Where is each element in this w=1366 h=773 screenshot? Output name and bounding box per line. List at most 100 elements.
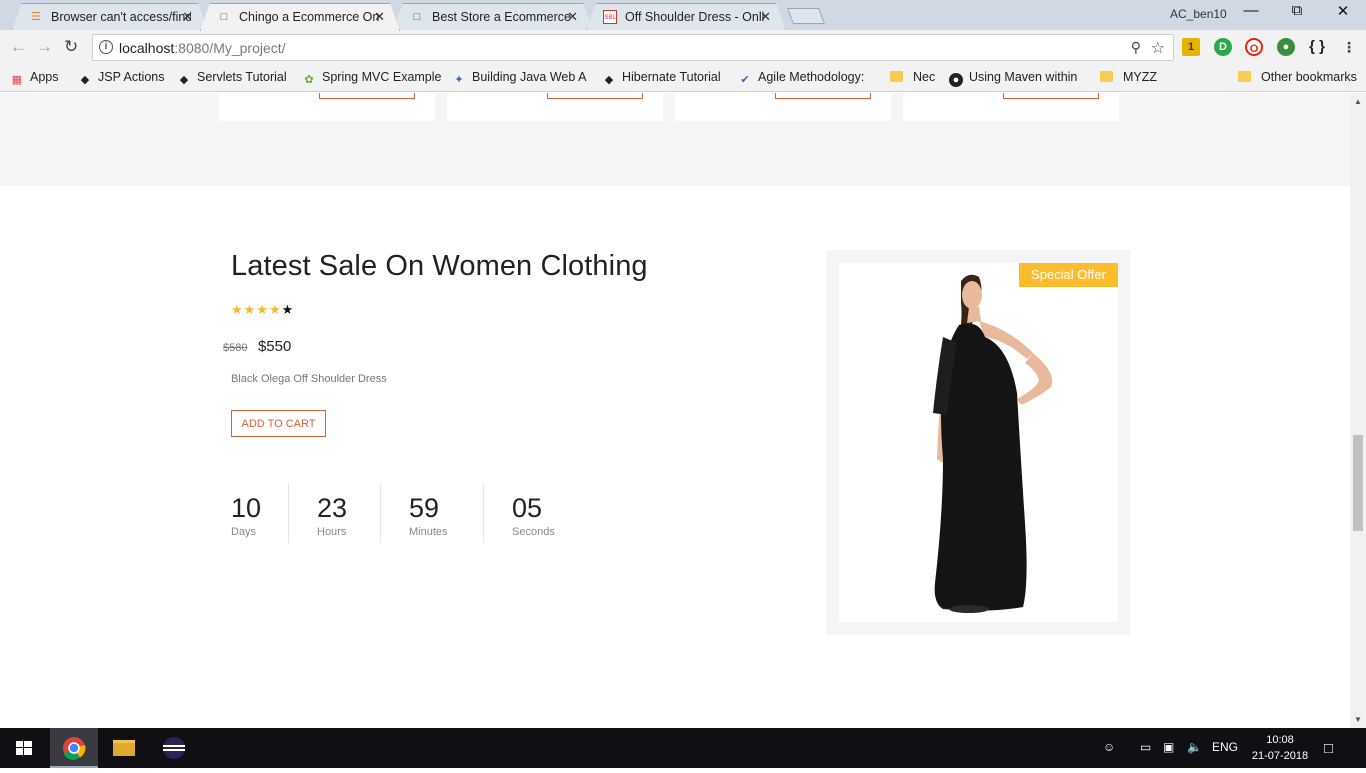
- diamond-icon: ◆: [604, 74, 614, 86]
- restore-icon[interactable]: ⧉: [1274, 2, 1320, 19]
- clock-date: 21-07-2018: [1251, 750, 1309, 762]
- bookmark-jsp-actions[interactable]: ◆ JSP Actions: [78, 70, 165, 87]
- bookmark-spring-mvc[interactable]: ✿ Spring MVC Example: [302, 70, 441, 87]
- extension-badge-icon[interactable]: 1: [1182, 38, 1200, 56]
- countdown-label: Days: [231, 526, 257, 538]
- star-filled-icon: ★: [268, 302, 282, 317]
- price-block: $580 $550: [223, 338, 291, 356]
- special-offer-section: Latest Sale On Women Clothing ★★★★★ $580…: [223, 250, 648, 437]
- bookmark-maven[interactable]: ● Using Maven within: [949, 70, 1077, 87]
- opera-icon[interactable]: O: [1245, 38, 1263, 56]
- star-empty-icon: ★: [281, 302, 295, 317]
- zoom-icon[interactable]: ⚲: [1131, 39, 1141, 56]
- scroll-up-icon[interactable]: ▲: [1354, 97, 1362, 106]
- card-button[interactable]: [319, 93, 415, 99]
- windows-taskbar: ☺ ▭ ▣ 🔈 ENG 10:08 21-07-2018 □: [0, 728, 1366, 768]
- language-indicator[interactable]: ENG: [1212, 740, 1238, 754]
- countdown-label: Hours: [317, 526, 347, 538]
- close-icon[interactable]: ✕: [182, 9, 193, 25]
- network-icon[interactable]: ▣: [1163, 740, 1174, 754]
- close-icon[interactable]: ✕: [374, 9, 385, 25]
- globe-icon[interactable]: ●: [1277, 38, 1295, 56]
- card-button[interactable]: [1003, 93, 1099, 99]
- countdown-days: 10 Days: [231, 483, 261, 543]
- product-image-frame: Special Offer: [826, 250, 1130, 635]
- people-icon[interactable]: ☺: [1103, 740, 1115, 754]
- close-icon[interactable]: ✕: [760, 9, 771, 25]
- star-filled-icon: ★: [231, 302, 244, 317]
- bookmark-myzz[interactable]: MYZZ: [1100, 70, 1157, 84]
- page-icon: □: [220, 11, 228, 23]
- countdown-seconds: 05 Seconds: [512, 483, 555, 543]
- bookmark-nec[interactable]: Nec: [890, 70, 935, 84]
- eclipse-icon: ●: [949, 73, 963, 87]
- product-grid-section: [0, 93, 1350, 186]
- start-button[interactable]: [0, 728, 48, 768]
- tab-title: Browser can't access/find: [51, 10, 191, 24]
- bookmark-star-icon[interactable]: ☆: [1151, 38, 1165, 58]
- bookmark-apps[interactable]: ▦ Apps: [10, 70, 59, 87]
- countdown-value: 59: [409, 493, 440, 523]
- scroll-down-icon[interactable]: ▼: [1354, 715, 1362, 724]
- product-card: [447, 93, 663, 121]
- divider: [288, 483, 289, 543]
- countdown-value: 05: [512, 493, 543, 523]
- close-icon[interactable]: ✕: [567, 9, 578, 25]
- taskbar-file-explorer[interactable]: [100, 728, 148, 768]
- bookmark-agile[interactable]: ✔ Agile Methodology:: [738, 70, 864, 87]
- address-bar[interactable]: i localhost:8080/My_project/ ⚲ ☆: [92, 34, 1174, 61]
- browser-toolbar: ← → ↻ i localhost:8080/My_project/ ⚲ ☆ 1…: [0, 30, 1366, 64]
- tab-title: Off Shoulder Dress - Onli: [625, 10, 765, 24]
- new-tab-button[interactable]: [787, 8, 825, 24]
- reload-icon[interactable]: ↻: [64, 37, 78, 57]
- page-scrollbar[interactable]: ▲ ▼: [1350, 93, 1366, 728]
- json-icon[interactable]: { }: [1308, 38, 1326, 56]
- folder-icon: [1238, 71, 1251, 82]
- notification-icon[interactable]: □: [1324, 740, 1333, 757]
- card-button[interactable]: [775, 93, 871, 99]
- product-card: [675, 93, 891, 121]
- extension-d-icon[interactable]: D: [1214, 38, 1232, 56]
- system-clock[interactable]: 10:08 21-07-2018: [1250, 732, 1310, 764]
- bookmark-other[interactable]: Other bookmarks: [1238, 70, 1357, 84]
- add-to-cart-button[interactable]: ADD TO CART: [231, 410, 326, 437]
- page-content: Latest Sale On Women Clothing ★★★★★ $580…: [0, 93, 1350, 728]
- menu-icon[interactable]: ⋮: [1340, 38, 1358, 56]
- info-icon[interactable]: i: [99, 40, 113, 54]
- bookmark-building-java[interactable]: ✦ Building Java Web A: [452, 70, 586, 87]
- tab-chingo[interactable]: □ Chingo a Ecommerce On ✕: [200, 3, 400, 31]
- volume-icon[interactable]: 🔈: [1187, 740, 1202, 754]
- dress-model-illustration: [933, 274, 1053, 613]
- puzzle-icon: ✦: [454, 74, 464, 86]
- bookmarks-bar: ▦ Apps ◆ JSP Actions ◆ Servlets Tutorial ✿ S…: [0, 64, 1366, 92]
- taskbar-eclipse[interactable]: [150, 728, 198, 768]
- bookmark-hibernate[interactable]: ◆ Hibernate Tutorial: [602, 70, 721, 87]
- tab-off-shoulder-dress[interactable]: SBL Off Shoulder Dress - Onli ✕: [586, 3, 786, 30]
- tab-best-store[interactable]: □ Best Store a Ecommerce ✕: [393, 3, 593, 30]
- window-close-icon[interactable]: ✕: [1320, 2, 1366, 20]
- diamond-icon: ◆: [179, 74, 189, 86]
- chrome-icon: [63, 737, 86, 760]
- battery-icon[interactable]: ▭: [1140, 740, 1151, 754]
- tab-title: Chingo a Ecommerce On: [239, 10, 379, 24]
- divider: [483, 483, 484, 543]
- forward-icon[interactable]: →: [36, 37, 53, 57]
- rating-stars: ★★★★★: [231, 302, 294, 318]
- profile-name[interactable]: AC_ben10: [1170, 7, 1227, 21]
- product-name: Black Olega Off Shoulder Dress: [231, 373, 387, 385]
- product-card: [903, 93, 1119, 121]
- taskbar-chrome[interactable]: [50, 728, 98, 768]
- back-icon[interactable]: ←: [10, 37, 27, 57]
- tab-browser-cant-access[interactable]: ☰ Browser can't access/find ✕: [12, 3, 208, 30]
- card-button[interactable]: [547, 93, 643, 99]
- new-price: $550: [257, 338, 292, 355]
- countdown-value: 10: [231, 493, 262, 523]
- folder-icon: [890, 71, 903, 82]
- leaf-icon: ✿: [304, 74, 314, 86]
- product-image[interactable]: Special Offer: [839, 263, 1118, 622]
- url-text: localhost:8080/My_project/: [119, 40, 286, 56]
- scroll-thumb[interactable]: [1353, 435, 1363, 531]
- bookmark-servlets[interactable]: ◆ Servlets Tutorial: [177, 70, 287, 87]
- minimize-icon[interactable]: —: [1228, 2, 1274, 19]
- sbl-icon: SBL: [603, 10, 617, 24]
